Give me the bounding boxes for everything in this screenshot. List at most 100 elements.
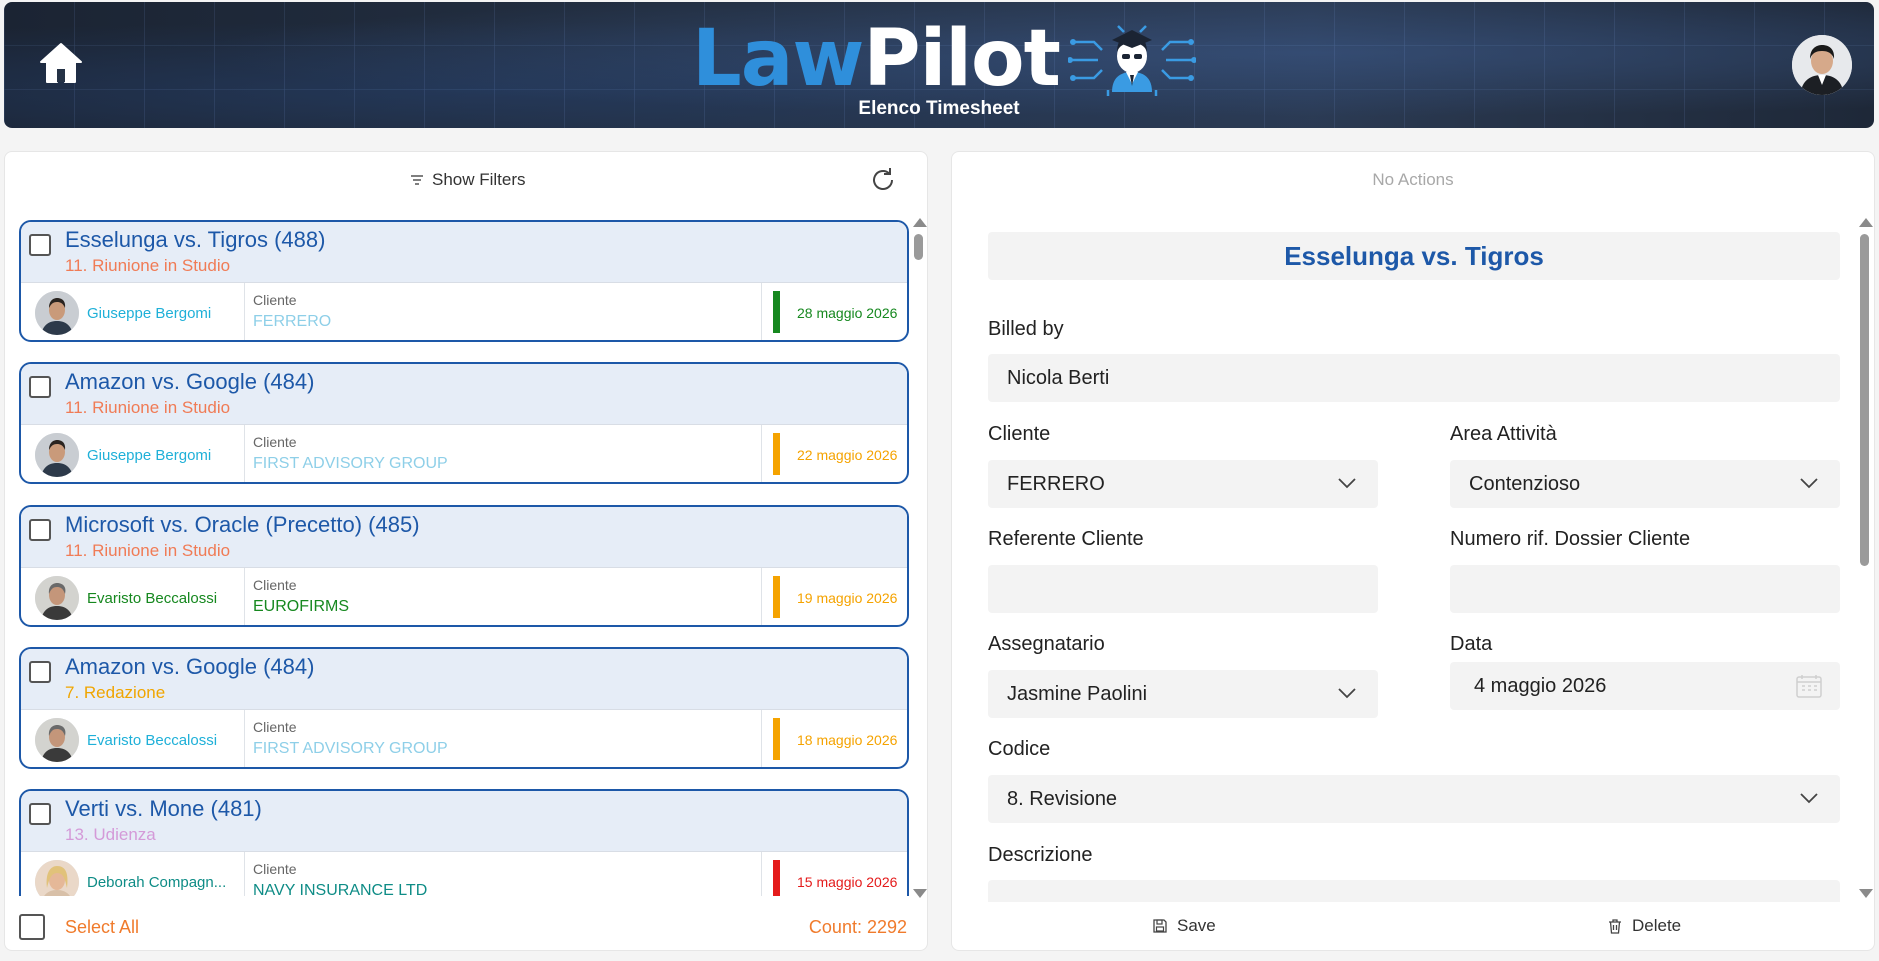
referente-cliente-label: Referente Cliente <box>988 528 1144 550</box>
status-indicator <box>773 576 780 618</box>
scroll-up-arrow-icon[interactable] <box>913 218 927 227</box>
page-title: Elenco Timesheet <box>858 98 1020 119</box>
app-logo: LawPilot <box>692 14 1196 104</box>
robot-lawyer-icon <box>1067 25 1196 96</box>
save-label: Save <box>1177 916 1216 935</box>
list-scrollbar-thumb[interactable] <box>914 234 923 260</box>
record-count: Count: 2292 <box>808 917 907 937</box>
card-checkbox[interactable] <box>29 661 51 683</box>
card-person-name: Evaristo Beccalossi <box>87 732 218 749</box>
descrizione-field[interactable] <box>988 880 1840 902</box>
area-attivita-select[interactable]: Contenzioso <box>1450 460 1840 508</box>
user-avatar[interactable] <box>1792 35 1852 95</box>
card-title: Esselunga vs. Tigros (488) <box>65 227 326 252</box>
list-scrollbar[interactable] <box>911 212 927 902</box>
card-activity: 7. Redazione <box>65 683 166 702</box>
status-indicator <box>773 860 780 896</box>
data-date-value: 4 maggio 2026 <box>1474 675 1607 697</box>
person-avatar <box>35 718 79 762</box>
card-body: Evaristo Beccalossi Cliente FIRST ADVISO… <box>21 709 907 767</box>
card-cliente-value: FERRERO <box>253 313 332 330</box>
person-photo-icon <box>35 433 79 477</box>
card-date: 22 maggio 2026 <box>797 447 898 463</box>
codice-select[interactable]: 8. Revisione <box>988 775 1840 823</box>
detail-scrollbar[interactable] <box>1857 212 1873 902</box>
referente-cliente-field[interactable] <box>988 565 1378 613</box>
detail-title: Esselunga vs. Tigros <box>988 232 1840 280</box>
card-header: Microsoft vs. Oracle (Precetto) (485) 11… <box>21 507 907 567</box>
detail-scrollbar-thumb[interactable] <box>1860 234 1869 566</box>
person-avatar <box>35 433 79 477</box>
card-title: Amazon vs. Google (484) <box>65 369 315 394</box>
scroll-up-arrow-icon[interactable] <box>1859 218 1873 227</box>
person-avatar <box>35 576 79 620</box>
show-filters-label: Show Filters <box>432 170 526 189</box>
card-date: 19 maggio 2026 <box>797 590 898 606</box>
billed-by-value: Nicola Berti <box>1007 367 1110 389</box>
card-title: Microsoft vs. Oracle (Precetto) (485) <box>65 512 420 537</box>
person-photo-icon <box>35 576 79 620</box>
timesheet-card[interactable]: Verti vs. Mone (481) 13. Udienza Deborah… <box>19 789 909 896</box>
card-title: Verti vs. Mone (481) <box>65 796 262 821</box>
show-filters-button[interactable]: Show Filters <box>410 170 526 190</box>
card-person-name: Deborah Compagn... <box>87 874 227 891</box>
chevron-down-icon <box>1338 688 1356 699</box>
card-cliente-label: Cliente <box>253 292 297 308</box>
person-avatar <box>35 291 79 335</box>
cliente-select[interactable]: FERRERO <box>988 460 1378 508</box>
card-divider <box>244 710 245 767</box>
timesheet-card[interactable]: Esselunga vs. Tigros (488) 11. Riunione … <box>19 220 909 342</box>
card-header: Amazon vs. Google (484) 11. Riunione in … <box>21 364 907 424</box>
no-actions-label: No Actions <box>1372 170 1454 189</box>
select-all-checkbox[interactable] <box>19 914 45 940</box>
trash-icon <box>1609 918 1621 934</box>
card-checkbox[interactable] <box>29 519 51 541</box>
assegnatario-select[interactable]: Jasmine Paolini <box>988 670 1378 718</box>
card-divider <box>244 852 245 896</box>
card-checkbox[interactable] <box>29 803 51 825</box>
card-activity: 11. Riunione in Studio <box>65 256 231 275</box>
codice-value: 8. Revisione <box>1007 788 1118 810</box>
select-all-label[interactable]: Select All <box>65 917 139 938</box>
user-photo-icon <box>1792 35 1852 95</box>
timesheet-card[interactable]: Microsoft vs. Oracle (Precetto) (485) 11… <box>19 505 909 627</box>
data-date-field[interactable]: 4 maggio 2026 <box>1450 662 1840 710</box>
card-divider <box>761 852 762 896</box>
status-indicator <box>773 291 780 333</box>
card-date: 15 maggio 2026 <box>797 874 898 890</box>
calendar-icon[interactable] <box>1796 674 1822 698</box>
cliente-select-value: FERRERO <box>1007 473 1105 495</box>
card-divider <box>761 283 762 340</box>
refresh-button[interactable] <box>869 166 897 194</box>
app-header: LawPilot Elenco Timesheet <box>4 2 1874 128</box>
card-checkbox[interactable] <box>29 376 51 398</box>
detail-footer: Save Delete <box>952 904 1874 952</box>
card-person-name: Evaristo Beccalossi <box>87 590 218 607</box>
scroll-down-arrow-icon[interactable] <box>1859 889 1873 898</box>
person-avatar <box>35 860 79 896</box>
cliente-label: Cliente <box>988 423 1051 445</box>
card-cliente-label: Cliente <box>253 434 297 450</box>
person-photo-icon <box>35 291 79 335</box>
card-title: Amazon vs. Google (484) <box>65 654 315 679</box>
card-activity: 11. Riunione in Studio <box>65 541 231 560</box>
billed-by-field[interactable]: Nicola Berti <box>988 354 1840 402</box>
card-header: Verti vs. Mone (481) 13. Udienza <box>21 791 907 851</box>
chevron-down-icon <box>1800 478 1818 489</box>
save-button[interactable]: Save <box>1153 916 1216 936</box>
card-cliente-value: EUROFIRMS <box>253 598 349 615</box>
timesheet-card[interactable]: Amazon vs. Google (484) 7. Redazione Eva… <box>19 647 909 769</box>
card-checkbox[interactable] <box>29 234 51 256</box>
delete-button[interactable]: Delete <box>1608 916 1681 936</box>
person-photo-icon <box>35 718 79 762</box>
data-label: Data <box>1450 633 1493 655</box>
scroll-down-arrow-icon[interactable] <box>913 889 927 898</box>
detail-form: Esselunga vs. Tigros Billed by Nicola Be… <box>952 212 1857 902</box>
card-header: Amazon vs. Google (484) 7. Redazione <box>21 649 907 709</box>
card-divider <box>244 568 245 625</box>
list-footer: Select All Count: 2292 <box>5 904 927 952</box>
numero-dossier-field[interactable] <box>1450 565 1840 613</box>
timesheet-card[interactable]: Amazon vs. Google (484) 11. Riunione in … <box>19 362 909 484</box>
home-button[interactable] <box>38 40 84 86</box>
card-person-name: Giuseppe Bergomi <box>87 305 212 322</box>
